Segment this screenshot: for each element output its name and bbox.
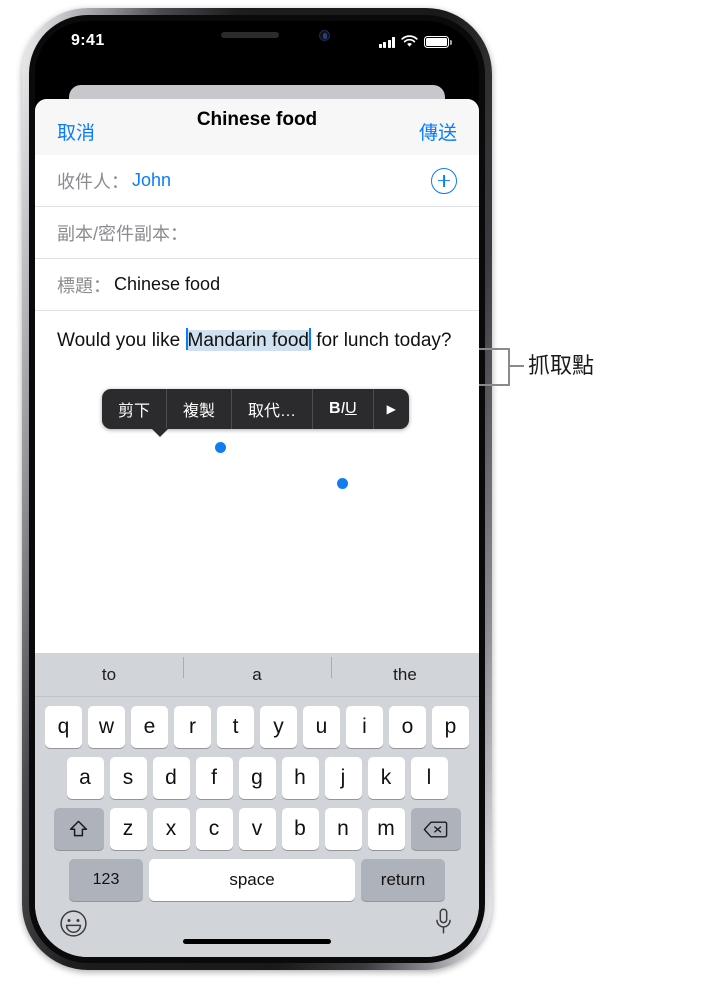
body-text-after: for lunch today? (310, 330, 452, 351)
key-z[interactable]: z (109, 808, 147, 850)
prediction-1[interactable]: a (183, 656, 331, 685)
key-e[interactable]: e (131, 706, 168, 748)
callout-dash (510, 365, 524, 367)
home-indicator[interactable] (183, 939, 331, 944)
on-screen-keyboard: to a the q w e r t y u i o p a s d f g h… (35, 653, 479, 957)
message-body-text[interactable]: Would you like Mandarin food for lunch t… (57, 327, 457, 355)
menu-more-arrow-icon[interactable]: ▶ (374, 389, 409, 429)
key-i[interactable]: i (346, 706, 383, 748)
key-y[interactable]: y (260, 706, 297, 748)
front-camera-icon (319, 30, 330, 41)
subject-field-row[interactable]: 標題： Chinese food (35, 259, 479, 311)
wifi-icon (401, 35, 418, 47)
keyboard-bottom-bar (35, 901, 479, 953)
key-v[interactable]: v (238, 808, 276, 850)
device-bezel: 9:41 取消 Chinese food 傳送 收件人： John 副本/密件副… (29, 15, 485, 963)
selection-handle-end[interactable] (337, 478, 348, 489)
display-notch (161, 21, 353, 51)
key-f[interactable]: f (195, 757, 233, 799)
subject-field-value[interactable]: Chinese food (114, 274, 220, 295)
key-g[interactable]: g (238, 757, 276, 799)
smiley-face-icon[interactable] (59, 909, 88, 943)
menu-item-replace[interactable]: 取代… (232, 389, 314, 429)
key-q[interactable]: q (45, 706, 82, 748)
key-o[interactable]: o (389, 706, 426, 748)
menu-item-cut[interactable]: 剪下 (102, 389, 168, 429)
shift-arrow-icon[interactable] (53, 808, 104, 850)
keyboard-row-1: q w e r t y u i o p (35, 706, 479, 748)
cc-bcc-field-label: 副本/密件副本： (57, 223, 189, 244)
predictive-text-bar: to a the (35, 653, 479, 697)
cc-bcc-field-row[interactable]: 副本/密件副本： (35, 207, 479, 259)
prediction-2[interactable]: the (331, 656, 479, 685)
key-w[interactable]: w (88, 706, 125, 748)
signal-bars-icon (378, 37, 395, 48)
keyboard-row-4: 123 space return (35, 859, 479, 901)
status-clock: 9:41 (71, 32, 105, 49)
key-u[interactable]: u (303, 706, 340, 748)
subject-field-label: 標題： (57, 275, 111, 296)
compose-navbar: 取消 Chinese food 傳送 (35, 99, 479, 155)
bold-icon: B (329, 400, 341, 417)
key-c[interactable]: c (195, 808, 233, 850)
key-b[interactable]: b (281, 808, 319, 850)
status-icons (378, 33, 452, 48)
numbers-key[interactable]: 123 (69, 859, 143, 901)
earpiece-speaker-icon (221, 32, 280, 38)
return-key[interactable]: return (361, 859, 445, 901)
plus-circle-icon[interactable] (431, 167, 457, 194)
space-key[interactable]: space (149, 859, 355, 901)
callout-label: 抓取點 (528, 354, 595, 379)
key-n[interactable]: n (324, 808, 362, 850)
keyboard-row-3: z x c v b n m (35, 808, 479, 850)
key-t[interactable]: t (217, 706, 254, 748)
key-a[interactable]: a (66, 757, 104, 799)
text-edit-menu: 剪下 複製 取代… BIU ▶ (102, 389, 409, 429)
battery-full-icon (424, 36, 452, 48)
key-k[interactable]: k (367, 757, 405, 799)
body-text-before: Would you like (57, 330, 186, 351)
to-field-value[interactable]: John (132, 170, 171, 191)
menu-item-format-biu[interactable]: BIU (313, 389, 374, 429)
edit-menu-pointer (151, 428, 169, 437)
key-r[interactable]: r (174, 706, 211, 748)
underline-icon: U (345, 400, 357, 417)
menu-item-copy[interactable]: 複製 (167, 389, 233, 429)
to-field-row[interactable]: 收件人： John (35, 155, 479, 207)
message-body-area[interactable]: Would you like Mandarin food for lunch t… (35, 311, 479, 575)
prediction-0[interactable]: to (35, 665, 183, 685)
selection-handle-start[interactable] (215, 442, 226, 453)
key-l[interactable]: l (410, 757, 448, 799)
key-h[interactable]: h (281, 757, 319, 799)
keyboard-row-2: a s d f g h j k l (35, 757, 479, 799)
microphone-icon[interactable] (434, 907, 453, 942)
key-s[interactable]: s (109, 757, 147, 799)
key-p[interactable]: p (432, 706, 469, 748)
selected-text[interactable]: Mandarin food (187, 330, 309, 351)
page-title: Chinese food (196, 109, 318, 130)
iphone-device-frame: 9:41 取消 Chinese food 傳送 收件人： John 副本/密件副… (22, 8, 492, 970)
to-field-label: 收件人： (57, 171, 129, 192)
send-button[interactable]: 傳送 (419, 118, 457, 145)
key-d[interactable]: d (152, 757, 190, 799)
key-x[interactable]: x (152, 808, 190, 850)
backspace-icon[interactable] (410, 808, 461, 850)
key-j[interactable]: j (324, 757, 362, 799)
phone-screen: 9:41 取消 Chinese food 傳送 收件人： John 副本/密件副… (35, 21, 479, 957)
mail-compose-sheet: 取消 Chinese food 傳送 收件人： John 副本/密件副本： 標題… (35, 99, 479, 957)
key-m[interactable]: m (367, 808, 405, 850)
cancel-button[interactable]: 取消 (57, 118, 95, 145)
